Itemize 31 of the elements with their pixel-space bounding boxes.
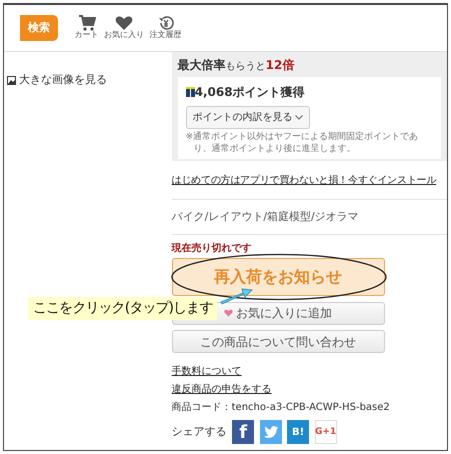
- image-icon[interactable]: [7, 76, 16, 85]
- breakdown-button[interactable]: ポイントの内訳を見る: [186, 106, 310, 130]
- nav-link[interactable]: カート: [74, 31, 98, 40]
- points-title-sub: もらうと: [226, 61, 266, 72]
- history-icon[interactable]: [156, 15, 174, 31]
- points-icon: [186, 86, 195, 97]
- product-code: 商品コード：tencho-a3-CPB-ACWP-HS-base2: [172, 400, 391, 415]
- multiplier: 12倍: [266, 58, 294, 72]
- heart-icon: [224, 309, 234, 318]
- points-note: ※通常ポイント以外はヤフーによる期間固定ポイントであり、通常ポイントより後に進呈します。: [186, 132, 420, 156]
- pointer-arrow: [220, 288, 253, 305]
- cart-icon[interactable]: [78, 15, 96, 31]
- hatena-button[interactable]: B!: [287, 420, 310, 444]
- stock-status: 現在売り切れです: [172, 242, 253, 256]
- view-large-image-link[interactable]: 大きな画像を見る: [18, 72, 107, 88]
- text-link[interactable]: 違反商品の申告をする: [172, 384, 272, 396]
- nav-link[interactable]: 注文履歴: [150, 31, 182, 40]
- callout-tooltip: ここをクリック(タップ)します: [28, 297, 218, 320]
- share-label: シェアする: [172, 424, 227, 440]
- inquiry-button[interactable]: この商品について問い合わせ: [172, 330, 385, 354]
- heart-icon[interactable]: [115, 15, 133, 31]
- google-plus-button[interactable]: G+1: [314, 420, 337, 444]
- category-path: バイク/レイアウト/箱庭模型/ジオラマ: [172, 210, 359, 223]
- app-install-link[interactable]: はじめての方はアプリで買わないと損！今すぐインストール: [172, 175, 436, 186]
- facebook-button[interactable]: f: [232, 420, 254, 444]
- bird-icon: [264, 426, 278, 438]
- text-link[interactable]: 手数料について: [172, 366, 242, 378]
- chevron-icon: [295, 115, 304, 120]
- points-earned: 4,068ポイント獲得: [194, 84, 305, 101]
- nav-link[interactable]: お気に入り: [104, 31, 144, 40]
- points-title: 最大倍率: [178, 58, 226, 72]
